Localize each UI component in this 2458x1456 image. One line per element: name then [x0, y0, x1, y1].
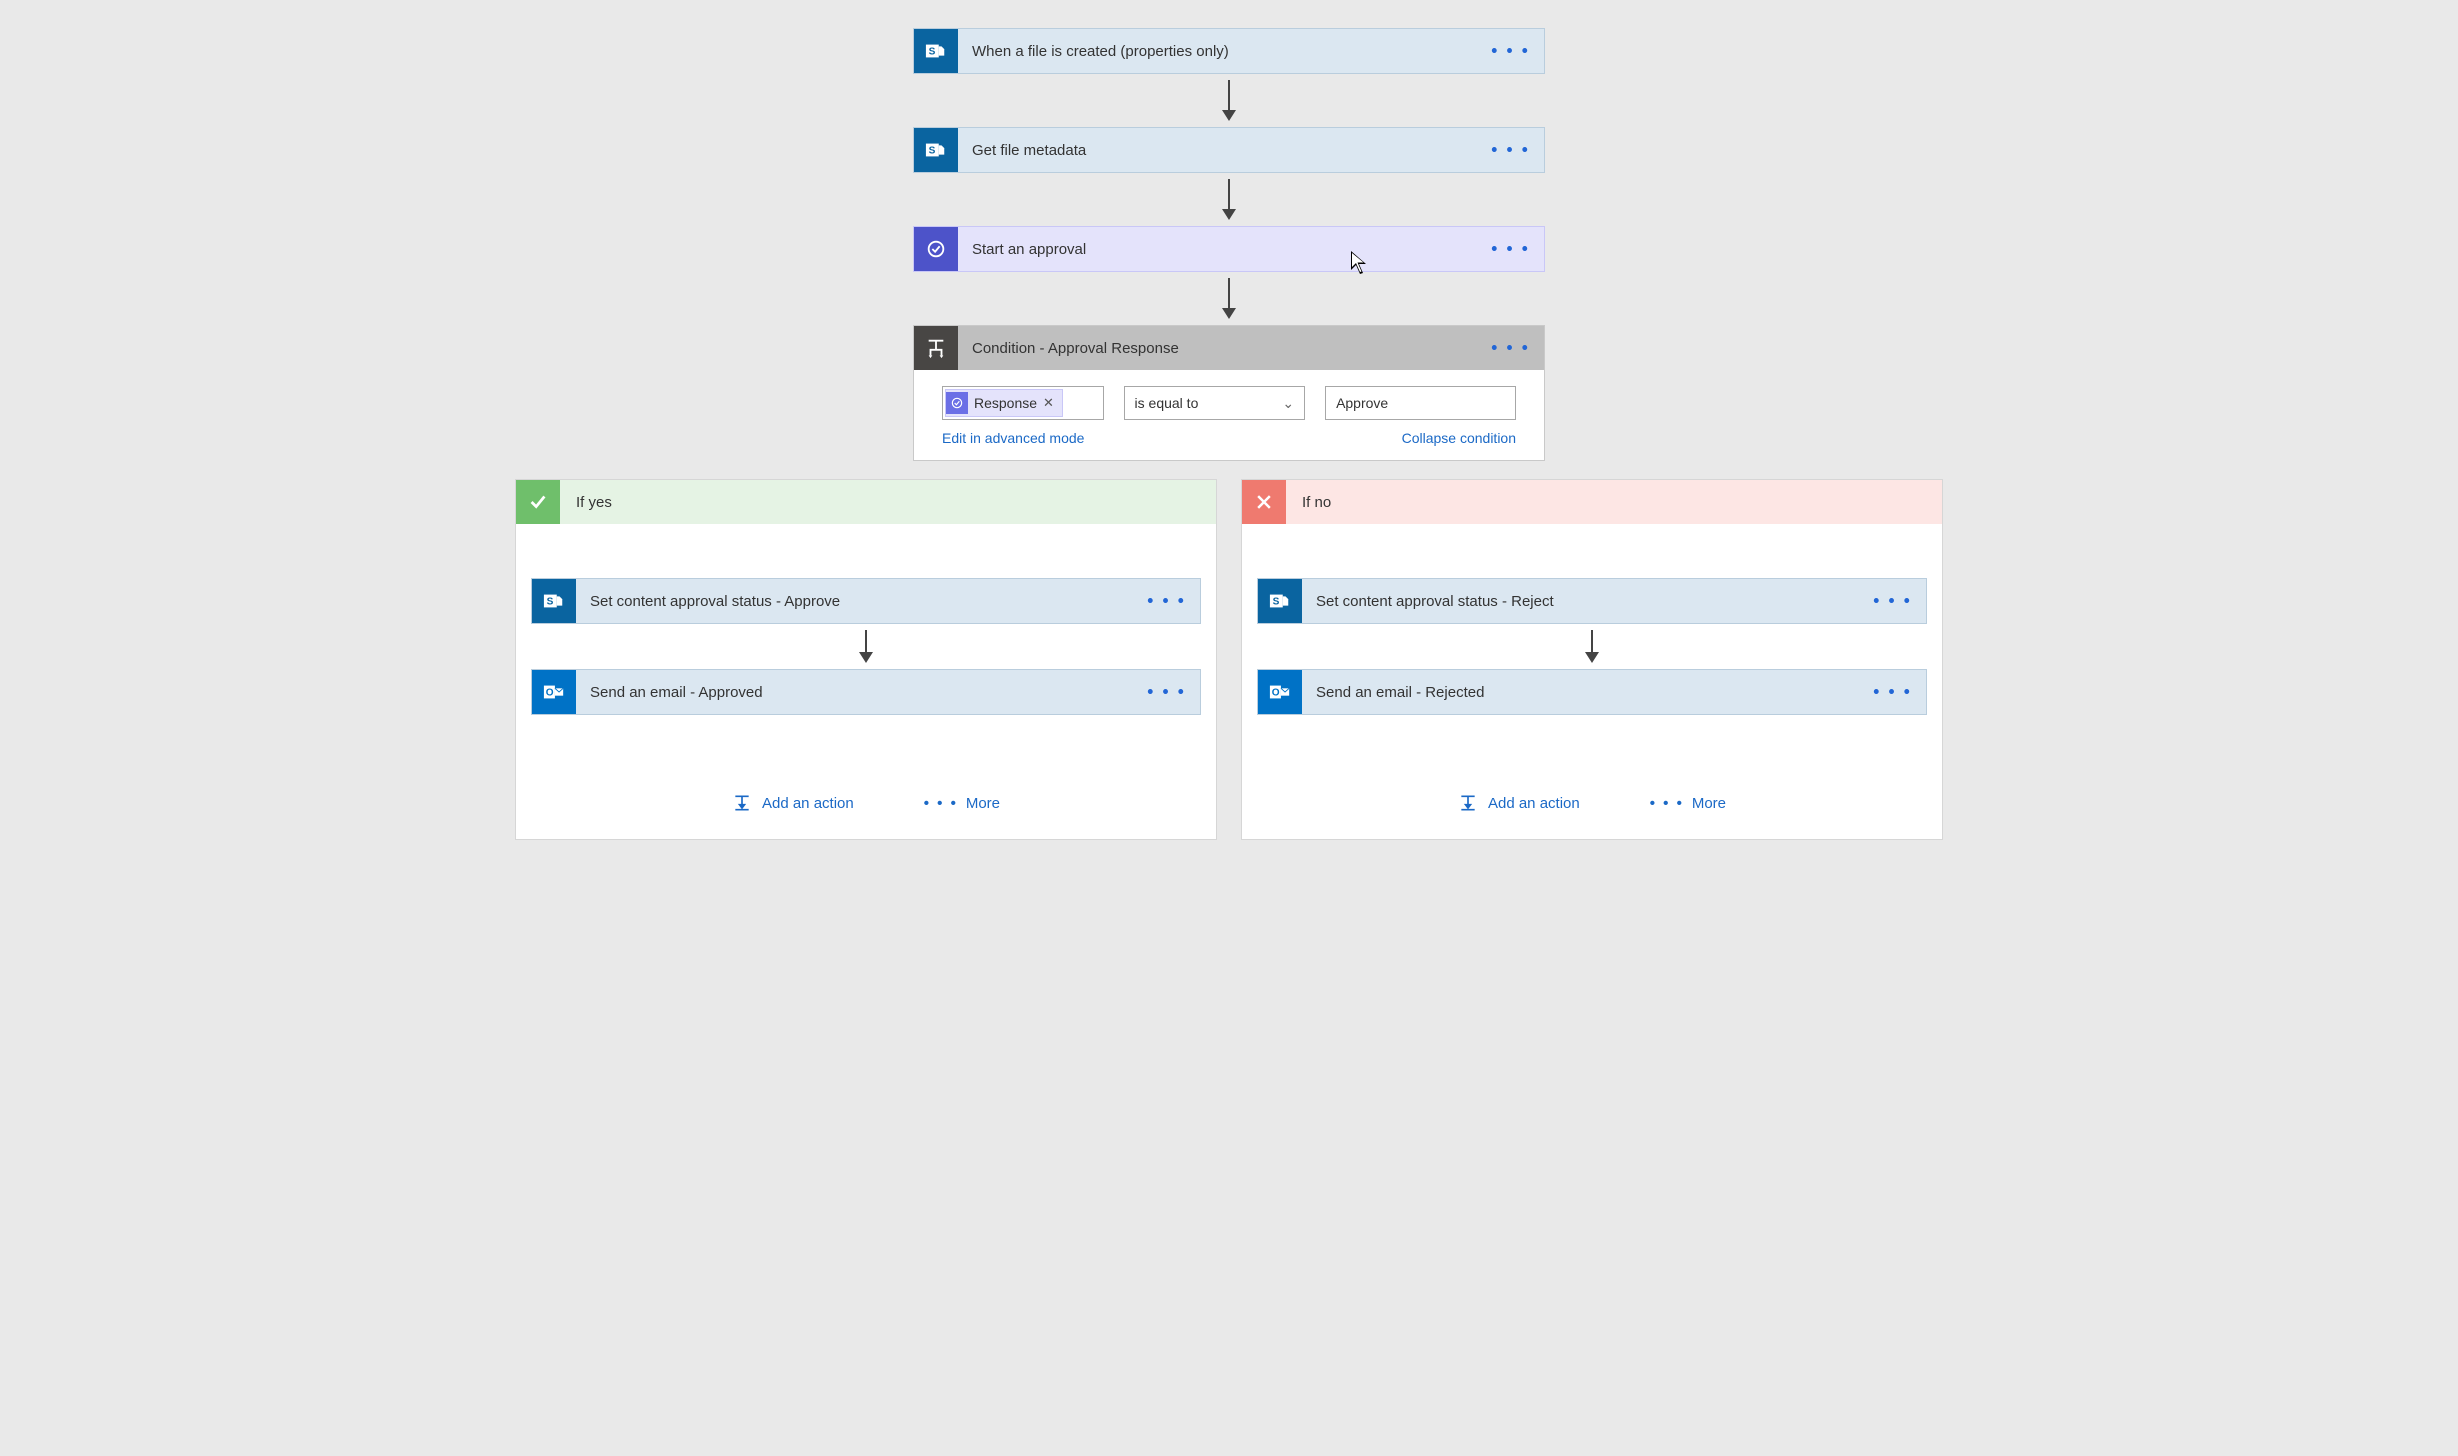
svg-text:S: S: [1273, 597, 1280, 608]
add-action-label: Add an action: [1488, 795, 1580, 812]
action-set-approval-status-approve[interactable]: S Set content approval status - Approve …: [531, 578, 1201, 624]
branch-if-yes: If yes S Set content approval status - A…: [515, 479, 1217, 840]
more-button[interactable]: • • • More: [1650, 793, 1726, 813]
condition-icon: [914, 326, 958, 370]
more-menu-icon[interactable]: • • •: [1491, 239, 1530, 260]
condition-header[interactable]: Condition - Approval Response • • •: [914, 326, 1544, 370]
flow-arrow: [1222, 80, 1236, 121]
more-menu-icon[interactable]: • • •: [1147, 591, 1186, 612]
ellipsis-icon: • • •: [924, 795, 958, 812]
svg-text:S: S: [929, 146, 936, 157]
add-action-label: Add an action: [762, 795, 854, 812]
sharepoint-icon: S: [1258, 579, 1302, 623]
more-label: More: [966, 795, 1000, 812]
condition-value-input[interactable]: Approve: [1325, 386, 1516, 420]
add-action-icon: [732, 793, 752, 813]
chevron-down-icon: ⌄: [1282, 395, 1294, 412]
collapse-condition-link[interactable]: Collapse condition: [1402, 430, 1516, 446]
approval-icon: [914, 227, 958, 271]
add-action-button[interactable]: Add an action: [1458, 793, 1580, 813]
branch-title: If no: [1286, 494, 1347, 511]
more-menu-icon[interactable]: • • •: [1873, 591, 1912, 612]
dynamic-content-chip[interactable]: Response ✕: [945, 389, 1063, 417]
step-title: Set content approval status - Reject: [1302, 593, 1926, 610]
add-action-button[interactable]: Add an action: [732, 793, 854, 813]
svg-text:O: O: [1272, 688, 1280, 699]
step-title: Start an approval: [958, 241, 1544, 258]
operator-value: is equal to: [1135, 395, 1199, 411]
sharepoint-icon: S: [914, 29, 958, 73]
flow-arrow: [1585, 630, 1599, 663]
action-get-file-metadata[interactable]: S Get file metadata • • •: [913, 127, 1545, 173]
flow-arrow: [1222, 278, 1236, 319]
flow-arrow: [1222, 179, 1236, 220]
chip-label: Response: [974, 395, 1037, 411]
more-label: More: [1692, 795, 1726, 812]
approval-icon: [946, 392, 968, 414]
condition-body: Response ✕ is equal to ⌄ Approve Edit in…: [914, 370, 1544, 460]
step-title: Get file metadata: [958, 142, 1544, 159]
trigger-when-file-created[interactable]: S When a file is created (properties onl…: [913, 28, 1545, 74]
step-title: Send an email - Approved: [576, 684, 1200, 701]
more-button[interactable]: • • • More: [924, 793, 1000, 813]
svg-text:S: S: [547, 597, 554, 608]
add-action-icon: [1458, 793, 1478, 813]
condition-title: Condition - Approval Response: [958, 340, 1544, 357]
more-menu-icon[interactable]: • • •: [1491, 338, 1530, 359]
condition-left-operand[interactable]: Response ✕: [942, 386, 1104, 420]
more-menu-icon[interactable]: • • •: [1491, 140, 1530, 161]
action-start-approval[interactable]: Start an approval • • •: [913, 226, 1545, 272]
remove-chip-icon[interactable]: ✕: [1043, 395, 1054, 411]
check-icon: [516, 480, 560, 524]
more-menu-icon[interactable]: • • •: [1147, 682, 1186, 703]
svg-text:S: S: [929, 47, 936, 58]
step-title: Set content approval status - Approve: [576, 593, 1200, 610]
action-set-approval-status-reject[interactable]: S Set content approval status - Reject •…: [1257, 578, 1927, 624]
condition-value: Approve: [1336, 395, 1388, 411]
condition-approval-response[interactable]: Condition - Approval Response • • • Resp…: [913, 325, 1545, 461]
flow-arrow: [859, 630, 873, 663]
step-title: Send an email - Rejected: [1302, 684, 1926, 701]
action-send-email-approved[interactable]: O Send an email - Approved • • •: [531, 669, 1201, 715]
condition-operator-select[interactable]: is equal to ⌄: [1124, 386, 1306, 420]
edit-advanced-link[interactable]: Edit in advanced mode: [942, 430, 1084, 446]
sharepoint-icon: S: [914, 128, 958, 172]
ellipsis-icon: • • •: [1650, 795, 1684, 812]
outlook-icon: O: [1258, 670, 1302, 714]
branch-header-no: If no: [1242, 480, 1942, 524]
more-menu-icon[interactable]: • • •: [1491, 41, 1530, 62]
close-icon: [1242, 480, 1286, 524]
sharepoint-icon: S: [532, 579, 576, 623]
action-send-email-rejected[interactable]: O Send an email - Rejected • • •: [1257, 669, 1927, 715]
svg-text:O: O: [546, 688, 554, 699]
step-title: When a file is created (properties only): [958, 43, 1544, 60]
more-menu-icon[interactable]: • • •: [1873, 682, 1912, 703]
branch-title: If yes: [560, 494, 628, 511]
branch-if-no: If no S Set content approval status - Re…: [1241, 479, 1943, 840]
branch-header-yes: If yes: [516, 480, 1216, 524]
outlook-icon: O: [532, 670, 576, 714]
